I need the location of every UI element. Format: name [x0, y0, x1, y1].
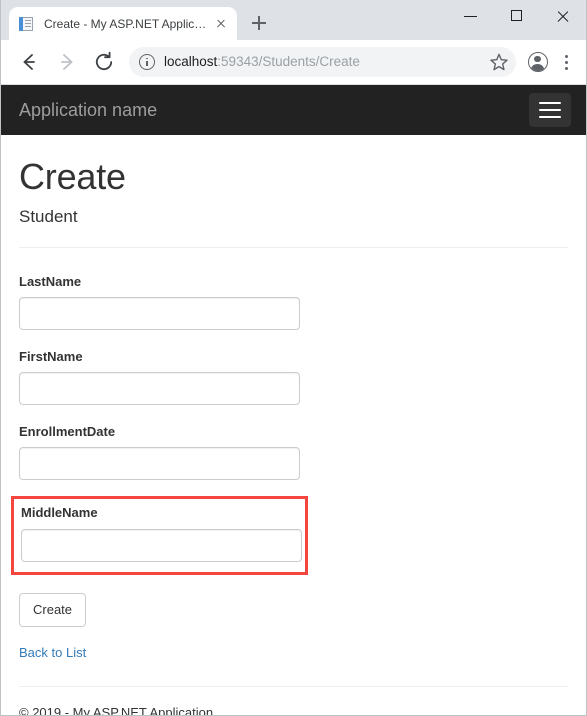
middlename-highlight-annotation: MiddleName — [11, 495, 308, 575]
form-group-middlename: MiddleName — [21, 504, 302, 562]
address-bar[interactable]: localhost:59343/Students/Create — [129, 47, 516, 77]
tab-strip: Create - My ASP.NET Application — [1, 0, 586, 40]
navbar-brand[interactable]: Application name — [16, 100, 157, 120]
label-middlename: MiddleName — [21, 504, 98, 520]
input-firstname[interactable] — [19, 372, 300, 406]
browser-toolbar: localhost:59343/Students/Create — [1, 40, 586, 85]
close-icon[interactable] — [540, 0, 586, 32]
account-avatar-icon[interactable] — [524, 48, 552, 76]
footer-text: © 2019 - My ASP.NET Application — [19, 705, 214, 715]
label-firstname: FirstName — [19, 349, 83, 365]
page-title: Create — [19, 156, 126, 197]
page-subtitle: Student — [19, 206, 78, 226]
url-host: localhost — [164, 54, 218, 69]
create-button[interactable]: Create — [19, 592, 87, 628]
form-group-lastname: LastName — [19, 274, 568, 331]
label-enrollmentdate: EnrollmentDate — [19, 424, 116, 440]
page-container: Create Student LastName FirstName Enroll… — [1, 157, 586, 715]
site-navbar: Application name — [1, 85, 586, 135]
input-middlename[interactable] — [21, 528, 302, 562]
input-lastname[interactable] — [19, 297, 300, 331]
hamburger-icon[interactable] — [529, 93, 571, 127]
input-enrollmentdate[interactable] — [19, 446, 300, 480]
url-text: localhost:59343/Students/Create — [164, 54, 484, 70]
title-divider — [19, 247, 568, 249]
form-group-enrollmentdate: EnrollmentDate — [19, 424, 568, 480]
minimize-icon[interactable] — [448, 0, 494, 32]
three-dot-menu-icon[interactable] — [554, 48, 578, 76]
page-viewport: Application name Create Student LastName… — [1, 85, 586, 715]
tab-close-icon[interactable] — [213, 16, 229, 32]
back-arrow-icon[interactable] — [13, 47, 43, 77]
browser-window: Create - My ASP.NET Application localhos… — [0, 0, 587, 716]
form-group-firstname: FirstName — [19, 349, 568, 406]
reload-icon[interactable] — [89, 47, 119, 77]
new-tab-button[interactable] — [245, 9, 273, 37]
page-icon — [19, 16, 35, 32]
tab-title: Create - My ASP.NET Application — [44, 16, 209, 31]
window-controls — [448, 0, 586, 32]
star-icon[interactable] — [488, 51, 510, 73]
maximize-icon[interactable] — [494, 0, 540, 32]
footer-divider — [19, 686, 568, 688]
info-circle-icon[interactable] — [139, 54, 155, 70]
create-student-form: LastName FirstName EnrollmentDate Middle… — [11, 274, 568, 628]
forward-arrow-icon — [51, 47, 81, 77]
back-to-list-link[interactable]: Back to List — [19, 644, 568, 662]
browser-tab[interactable]: Create - My ASP.NET Application — [9, 7, 237, 40]
label-lastname: LastName — [19, 274, 82, 290]
url-path: :59343/Students/Create — [217, 54, 360, 69]
